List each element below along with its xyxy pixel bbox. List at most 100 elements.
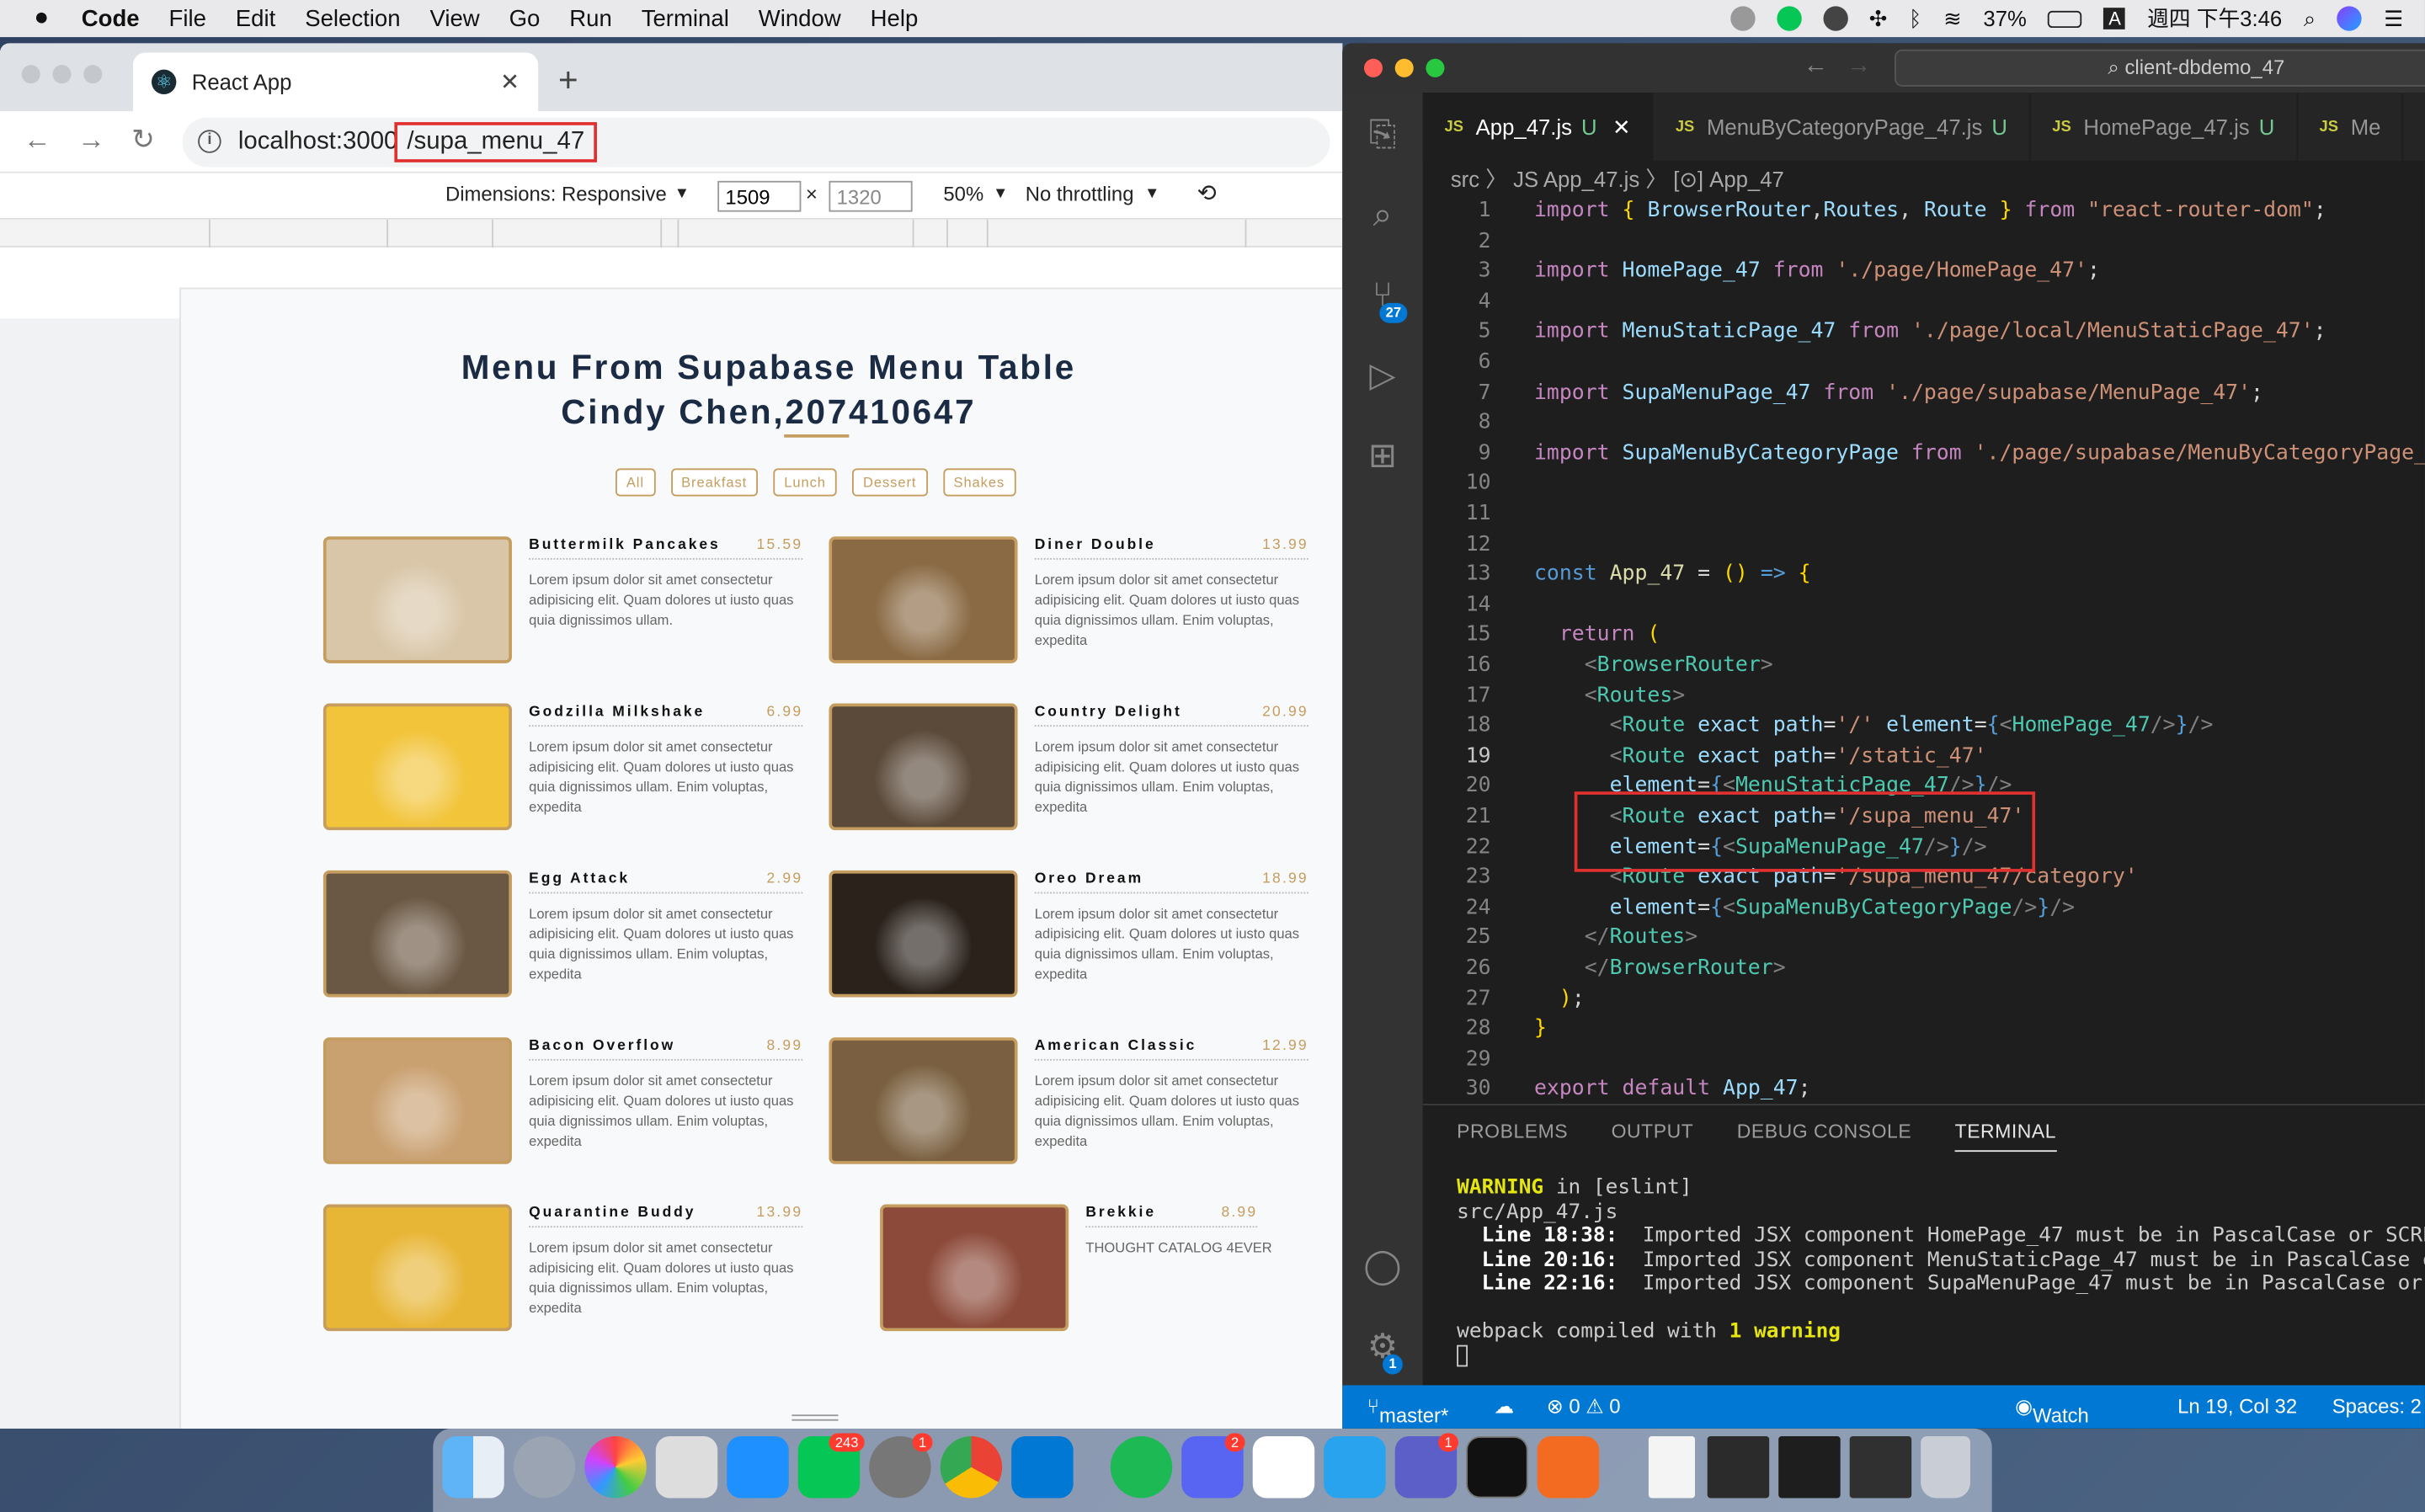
browser-tab[interactable]: ⚛ React App ✕ bbox=[132, 52, 539, 112]
chevron-down-icon[interactable]: ▼ bbox=[993, 185, 1008, 202]
search-icon[interactable]: ⌕ bbox=[1362, 194, 1403, 235]
code-editor[interactable]: 1 import { BrowserRouter,Routes, Route } … bbox=[1423, 192, 2425, 1104]
record-icon[interactable] bbox=[1729, 6, 1755, 31]
line-icon[interactable] bbox=[1776, 6, 1801, 31]
spotify-icon[interactable] bbox=[1110, 1436, 1173, 1499]
command-center-search[interactable]: ⌕ client-dbdemo_47 bbox=[1894, 49, 2425, 87]
zoom-dot[interactable] bbox=[1426, 58, 1445, 77]
filter-shakes[interactable]: Shakes bbox=[942, 468, 1016, 497]
xcode-icon[interactable] bbox=[1324, 1436, 1386, 1499]
battery-icon[interactable] bbox=[2048, 9, 2083, 28]
height-input[interactable] bbox=[829, 180, 913, 212]
forward-icon[interactable]: → bbox=[77, 124, 105, 157]
filter-lunch[interactable]: Lunch bbox=[773, 468, 837, 497]
dimensions-select[interactable]: Dimensions: Responsive bbox=[445, 183, 667, 206]
menu-terminal[interactable]: Terminal bbox=[642, 5, 729, 31]
creative-cloud-icon[interactable] bbox=[1822, 6, 1847, 31]
menu-item-desc: THOUGHT CATALOG 4EVER bbox=[1085, 1239, 1272, 1256]
tab-terminal[interactable]: TERMINAL bbox=[1954, 1121, 2057, 1153]
throttle-select[interactable]: No throttling bbox=[1026, 183, 1134, 206]
filter-dessert[interactable]: Dessert bbox=[852, 468, 928, 497]
explorer-icon[interactable]: ⎘ bbox=[1362, 114, 1403, 155]
wifi-icon[interactable]: ≋ bbox=[1943, 5, 1962, 31]
tab-menu-by-category[interactable]: JS MenuByCategoryPage_47.js U bbox=[1654, 93, 2031, 161]
tab-output[interactable]: OUTPUT bbox=[1612, 1121, 1694, 1152]
trash-icon[interactable] bbox=[1921, 1436, 1970, 1499]
document-thumb[interactable] bbox=[1648, 1436, 1696, 1499]
forward-icon[interactable]: → bbox=[1847, 52, 1871, 80]
close-dot[interactable] bbox=[21, 65, 40, 84]
close-icon[interactable]: ✕ bbox=[1612, 114, 1631, 140]
menu-selection[interactable]: Selection bbox=[305, 5, 400, 31]
resize-handle[interactable] bbox=[791, 1414, 839, 1421]
sync-icon[interactable]: ☁ bbox=[1494, 1394, 1514, 1419]
menu-help[interactable]: Help bbox=[871, 5, 919, 31]
pen-app-icon[interactable] bbox=[1537, 1436, 1600, 1499]
input-method[interactable]: A bbox=[2103, 8, 2126, 29]
rotate-icon[interactable]: ⟲ bbox=[1197, 179, 1217, 207]
control-center-icon[interactable]: ☰ bbox=[2384, 5, 2403, 31]
url-input[interactable]: i localhost:3000/supa_menu_47 bbox=[182, 117, 1330, 168]
menu-app-name[interactable]: Code bbox=[82, 5, 140, 31]
screenshot-icon[interactable] bbox=[655, 1436, 718, 1499]
apple-icon[interactable]: ● bbox=[34, 5, 49, 33]
close-dot[interactable] bbox=[1363, 58, 1383, 77]
extensions-icon[interactable]: ⊞ bbox=[1362, 436, 1403, 476]
menu-edit[interactable]: Edit bbox=[236, 5, 275, 31]
run-debug-icon[interactable]: ▷ bbox=[1362, 355, 1403, 396]
siri-icon[interactable] bbox=[2337, 6, 2363, 31]
tab-overflow[interactable]: JS Me bbox=[2298, 93, 2405, 161]
new-tab-icon[interactable]: + bbox=[558, 61, 578, 101]
window-thumb-3[interactable] bbox=[1849, 1436, 1912, 1499]
zoom-select[interactable]: 50% bbox=[943, 183, 983, 206]
menu-item-card: American Classic 12.99 Lorem ipsum dolor s… bbox=[829, 1037, 1308, 1167]
clock[interactable]: 週四 下午3:46 bbox=[2147, 3, 2282, 35]
photos-icon[interactable] bbox=[584, 1436, 647, 1499]
tab-debug-console[interactable]: DEBUG CONSOLE bbox=[1737, 1121, 1911, 1152]
problems-status[interactable]: ⊗ 0 ⚠ 0 bbox=[1547, 1394, 1621, 1419]
minimize-dot[interactable] bbox=[52, 65, 72, 84]
chevron-down-icon[interactable]: ▼ bbox=[1144, 185, 1159, 202]
back-icon[interactable]: ← bbox=[1804, 52, 1828, 80]
spotlight-icon[interactable]: ⌕ bbox=[2304, 5, 2316, 31]
focus-icon[interactable]: ✣ bbox=[1869, 5, 1888, 31]
width-input[interactable] bbox=[717, 180, 802, 212]
terminal-output[interactable]: WARNING in [eslint] src/App_47.js Line 1… bbox=[1457, 1177, 2425, 1373]
cursor-position[interactable]: Ln 19, Col 32 bbox=[2177, 1394, 2297, 1418]
chrome-icon[interactable] bbox=[940, 1436, 1003, 1499]
indent-status[interactable]: Spaces: 2 bbox=[2332, 1394, 2422, 1418]
app-store-icon[interactable] bbox=[727, 1436, 789, 1499]
finder-icon[interactable] bbox=[442, 1436, 504, 1499]
tab-problems[interactable]: PROBLEMS bbox=[1457, 1121, 1568, 1152]
menu-file[interactable]: File bbox=[169, 5, 206, 31]
chevron-down-icon[interactable]: ▼ bbox=[674, 185, 690, 202]
filter-breakfast[interactable]: Breakfast bbox=[670, 468, 759, 497]
menu-window[interactable]: Window bbox=[759, 5, 841, 31]
menu-run[interactable]: Run bbox=[569, 5, 612, 31]
launchpad-icon[interactable] bbox=[513, 1436, 576, 1499]
info-icon[interactable]: i bbox=[198, 130, 221, 153]
window-thumb-2[interactable] bbox=[1778, 1436, 1841, 1499]
reload-icon[interactable]: ↻ bbox=[131, 124, 155, 157]
breadcrumb[interactable]: src 〉 JS App_47.js 〉 [⊙] App_47 bbox=[1451, 164, 1784, 195]
account-icon[interactable]: ◯ bbox=[1362, 1246, 1403, 1286]
window-thumb-1[interactable] bbox=[1707, 1436, 1770, 1499]
back-icon[interactable]: ← bbox=[24, 124, 51, 157]
menu-view[interactable]: View bbox=[429, 5, 479, 31]
watch-sass-status[interactable]: ◉ Watch Sass bbox=[2015, 1394, 2089, 1428]
line-number: 28 bbox=[1465, 1015, 1491, 1041]
notes-app-icon[interactable] bbox=[1252, 1436, 1315, 1499]
battery-percent[interactable]: 37% bbox=[1983, 6, 2026, 30]
menu-go[interactable]: Go bbox=[509, 5, 541, 31]
branch-status[interactable]: ⑂ master* bbox=[1367, 1394, 1449, 1427]
media-query-ruler[interactable] bbox=[0, 219, 1343, 248]
zoom-dot[interactable] bbox=[83, 65, 103, 84]
filter-all[interactable]: All bbox=[616, 468, 655, 497]
tab-homepage[interactable]: JS HomePage_47.js U bbox=[2031, 93, 2298, 161]
tab-app-47[interactable]: JS App_47.js U ✕ bbox=[1422, 93, 1655, 161]
bluetooth-icon[interactable]: ᛒ bbox=[1909, 6, 1921, 30]
vscode-icon[interactable] bbox=[1011, 1436, 1074, 1499]
minimize-dot[interactable] bbox=[1394, 58, 1414, 77]
close-tab-icon[interactable]: ✕ bbox=[500, 68, 520, 96]
terminal-icon[interactable] bbox=[1466, 1436, 1528, 1499]
